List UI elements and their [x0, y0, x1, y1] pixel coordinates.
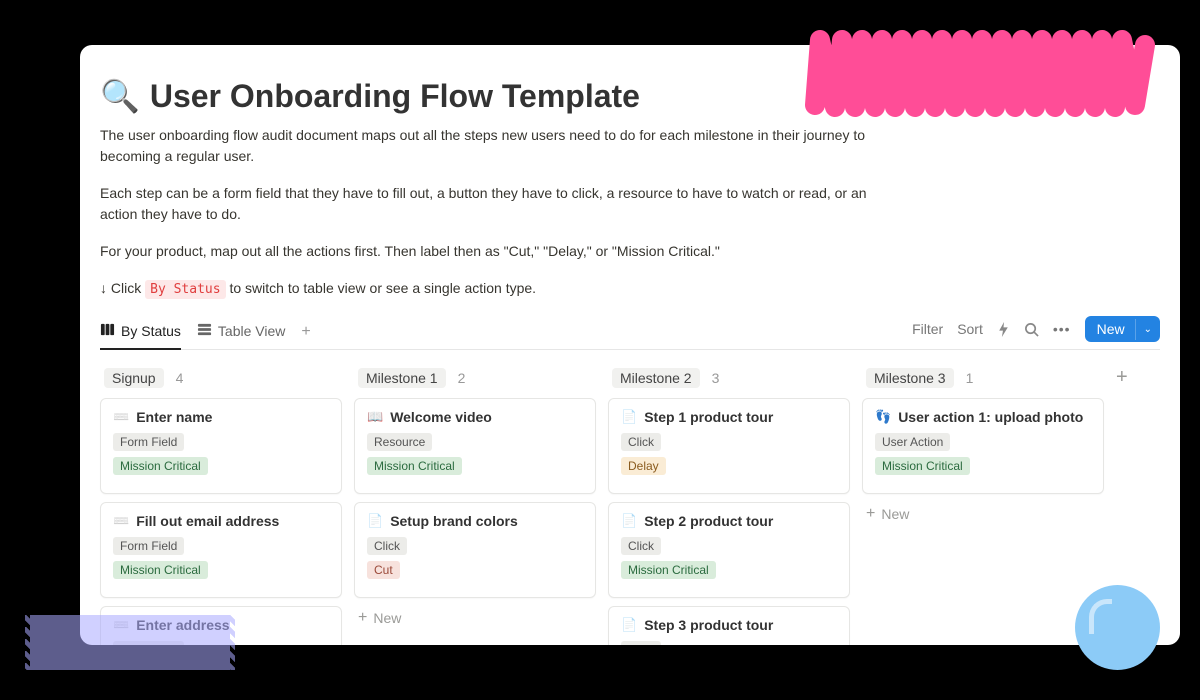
card-step3-tour[interactable]: 📄 Step 3 product tour Click [608, 606, 850, 646]
tag-mission-critical: Mission Critical [113, 457, 208, 475]
tag-form-field: Form Field [113, 537, 184, 555]
description-4: ↓ Click By Status to switch to table vie… [100, 278, 870, 300]
by-status-code: By Status [145, 280, 225, 299]
toolbar: Filter Sort ••• New ⌄ [912, 316, 1160, 348]
column-header[interactable]: Milestone 1 2 [354, 364, 596, 398]
column-title: Milestone 3 [866, 368, 954, 388]
scribble-decoration [800, 25, 1160, 120]
table-icon [197, 322, 212, 340]
column-title: Signup [104, 368, 164, 388]
column-count: 1 [966, 370, 974, 386]
column-milestone-2: Milestone 2 3 📄 Step 1 product tour Click… [608, 364, 850, 646]
keyboard-icon: ⌨️ [113, 409, 129, 425]
page-icon[interactable]: 🔍 [100, 77, 140, 115]
plus-icon: + [866, 506, 875, 522]
tag-user-action: User Action [875, 433, 950, 451]
tab-by-status[interactable]: By Status [100, 316, 181, 350]
tab-label: Table View [218, 323, 285, 339]
tag-click: Click [621, 433, 661, 451]
tag-delay: Delay [621, 457, 666, 475]
card-upload-photo[interactable]: 👣 User action 1: upload photo User Action… [862, 398, 1104, 494]
desc4-post: to switch to table view or see a single … [226, 280, 537, 296]
tag-click: Click [367, 537, 407, 555]
new-button-label: New [1085, 316, 1135, 342]
tag-mission-critical: Mission Critical [875, 457, 970, 475]
card-title: User action 1: upload photo [898, 409, 1083, 425]
new-button[interactable]: New ⌄ [1085, 316, 1160, 342]
plus-icon: + [358, 610, 367, 626]
desc4-pre: ↓ Click [100, 280, 145, 296]
document-icon: 📄 [367, 513, 383, 529]
search-icon[interactable] [1024, 322, 1039, 337]
view-tabs: By Status Table View + [100, 316, 311, 349]
board: Signup 4 ⌨️ Enter name Form Field Mission… [100, 364, 1160, 646]
tag-form-field: Form Field [113, 433, 184, 451]
column-count: 2 [458, 370, 466, 386]
card-title: Fill out email address [136, 513, 279, 529]
description-1: The user onboarding flow audit document … [100, 125, 870, 167]
tag-click: Click [621, 537, 661, 555]
description-2: Each step can be a form field that they … [100, 183, 870, 225]
column-header[interactable]: Signup 4 [100, 364, 342, 398]
column-header[interactable]: Milestone 3 1 [862, 364, 1104, 398]
tag-cut: Cut [367, 561, 400, 579]
card-title: Step 2 product tour [644, 513, 773, 529]
new-card-button[interactable]: + New [354, 606, 596, 630]
card-fill-email[interactable]: ⌨️ Fill out email address Form Field Miss… [100, 502, 342, 598]
book-icon: 📖 [367, 409, 383, 425]
column-count: 3 [712, 370, 720, 386]
card-step2-tour[interactable]: 📄 Step 2 product tour Click Mission Criti… [608, 502, 850, 598]
lightning-icon[interactable] [997, 322, 1010, 337]
more-icon[interactable]: ••• [1053, 321, 1071, 337]
column-header[interactable]: Milestone 2 3 [608, 364, 850, 398]
card-title: Enter name [136, 409, 212, 425]
card-step1-tour[interactable]: 📄 Step 1 product tour Click Delay [608, 398, 850, 494]
keyboard-icon: ⌨️ [113, 513, 129, 529]
tag-mission-critical: Mission Critical [621, 561, 716, 579]
card-title: Setup brand colors [390, 513, 518, 529]
card-welcome-video[interactable]: 📖 Welcome video Resource Mission Critical [354, 398, 596, 494]
column-title: Milestone 2 [612, 368, 700, 388]
column-count: 4 [176, 370, 184, 386]
card-title: Step 1 product tour [644, 409, 773, 425]
document-icon: 📄 [621, 617, 637, 633]
bubble-decoration [1075, 585, 1160, 670]
tag-mission-critical: Mission Critical [367, 457, 462, 475]
new-card-label: New [373, 610, 401, 626]
description-3: For your product, map out all the action… [100, 241, 870, 262]
card-title: Step 3 product tour [644, 617, 773, 633]
column-milestone-1: Milestone 1 2 📖 Welcome video Resource Mi… [354, 364, 596, 646]
filter-button[interactable]: Filter [912, 321, 943, 337]
new-card-label: New [881, 506, 909, 522]
tape-decoration [30, 615, 230, 670]
card-title: Welcome video [390, 409, 492, 425]
view-tabs-row: By Status Table View + Filter Sort ••• N… [100, 316, 1160, 350]
tag-mission-critical: Mission Critical [113, 561, 208, 579]
column-signup: Signup 4 ⌨️ Enter name Form Field Mission… [100, 364, 342, 646]
tag-resource: Resource [367, 433, 432, 451]
card-brand-colors[interactable]: 📄 Setup brand colors Click Cut [354, 502, 596, 598]
page-container: 🔍 User Onboarding Flow Template The user… [80, 45, 1180, 645]
tab-table-view[interactable]: Table View [197, 316, 285, 348]
tab-label: By Status [121, 323, 181, 339]
footprints-icon: 👣 [875, 409, 891, 425]
add-view-button[interactable]: + [301, 323, 310, 341]
card-enter-name[interactable]: ⌨️ Enter name Form Field Mission Critical [100, 398, 342, 494]
column-milestone-3: Milestone 3 1 👣 User action 1: upload pho… [862, 364, 1104, 646]
sort-button[interactable]: Sort [957, 321, 983, 337]
page-title[interactable]: User Onboarding Flow Template [150, 78, 640, 115]
document-icon: 📄 [621, 409, 637, 425]
chevron-down-icon[interactable]: ⌄ [1135, 319, 1160, 340]
document-icon: 📄 [621, 513, 637, 529]
board-icon [100, 322, 115, 340]
new-card-button[interactable]: + New [862, 502, 1104, 526]
tag-click: Click [621, 641, 661, 646]
column-title: Milestone 1 [358, 368, 446, 388]
